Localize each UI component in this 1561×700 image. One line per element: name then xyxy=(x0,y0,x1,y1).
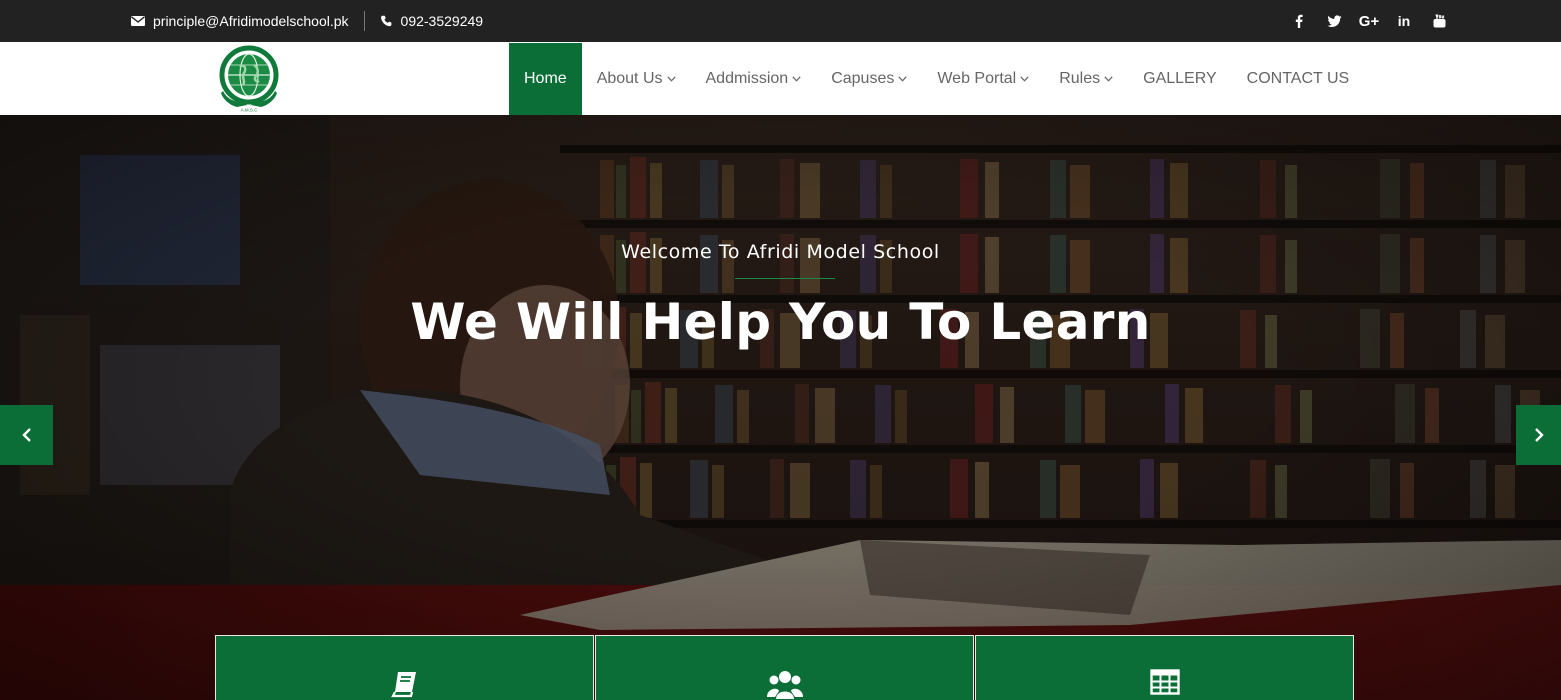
top-bar: principle@Afridimodelschool.pk 092-35292… xyxy=(0,0,1561,42)
svg-text:A.M.S.C: A.M.S.C xyxy=(241,108,259,113)
nav-item-label: Rules xyxy=(1059,70,1101,87)
nav-item-label: About Us xyxy=(596,70,663,87)
linkedin-icon[interactable]: in xyxy=(1393,10,1415,32)
linkedin-glyph: in xyxy=(1397,13,1411,29)
nav-item-label: Capuses xyxy=(831,70,895,87)
hero-welcome-text: Welcome To Afridi Model School xyxy=(621,241,940,263)
nav-item-campuses[interactable]: Capuses xyxy=(816,43,922,115)
main-menu: Home About Us Addmission Capuses Web Por… xyxy=(509,43,1364,115)
nav-item-gallery[interactable]: GALLERY xyxy=(1128,43,1232,115)
twitter-icon[interactable] xyxy=(1323,10,1345,32)
nav-item-rules[interactable]: Rules xyxy=(1044,43,1128,115)
google-plus-glyph: G+ xyxy=(1358,12,1380,30)
envelope-icon xyxy=(131,16,145,26)
book-icon xyxy=(390,672,416,698)
feature-box-users[interactable] xyxy=(595,635,974,700)
feature-box-timetable[interactable] xyxy=(975,635,1354,700)
social-links: G+ in xyxy=(1288,0,1463,42)
school-crest-logo[interactable]: A.M.S.C xyxy=(213,45,285,113)
phone-icon xyxy=(380,15,391,27)
chevron-right-icon xyxy=(1534,428,1544,442)
chevron-down-icon xyxy=(898,76,907,82)
contact-info: principle@Afridimodelschool.pk 092-35292… xyxy=(130,0,483,42)
nav-item-label: CONTACT US xyxy=(1246,70,1350,87)
nav-item-label: Addmission xyxy=(705,70,789,87)
nav-item-home[interactable]: Home xyxy=(509,43,582,115)
chevron-left-icon xyxy=(21,428,31,442)
hero-headline: We Will Help You To Learn xyxy=(410,293,1151,351)
main-navbar: A.M.S.C Home About Us Addmission Capuses… xyxy=(0,42,1561,115)
nav-item-label: GALLERY xyxy=(1143,70,1217,87)
nav-item-web-portal[interactable]: Web Portal xyxy=(922,43,1044,115)
slider-next-button[interactable] xyxy=(1516,405,1561,465)
hero-welcome-underline xyxy=(735,278,835,279)
chevron-down-icon xyxy=(792,76,801,82)
google-plus-icon[interactable]: G+ xyxy=(1358,10,1380,32)
nav-item-label: Web Portal xyxy=(937,70,1017,87)
users-icon xyxy=(766,671,803,699)
contact-divider xyxy=(363,11,365,31)
feature-box-books[interactable] xyxy=(215,635,594,700)
hero-background-image xyxy=(0,115,1561,700)
youtube-icon[interactable] xyxy=(1428,10,1450,32)
email-text: principle@Afridimodelschool.pk xyxy=(153,13,349,29)
chevron-down-icon xyxy=(1020,76,1029,82)
hero-slider: Welcome To Afridi Model School We Will H… xyxy=(0,115,1561,700)
nav-item-contact-us[interactable]: CONTACT US xyxy=(1232,43,1365,115)
chevron-down-icon xyxy=(1104,76,1113,82)
table-icon xyxy=(1149,669,1180,695)
phone-contact[interactable]: 092-3529249 xyxy=(380,13,484,29)
chevron-down-icon xyxy=(666,76,676,82)
phone-text: 092-3529249 xyxy=(400,13,484,29)
facebook-icon[interactable] xyxy=(1288,10,1310,32)
nav-item-about-us[interactable]: About Us xyxy=(582,43,691,115)
email-contact[interactable]: principle@Afridimodelschool.pk xyxy=(130,13,349,29)
slider-prev-button[interactable] xyxy=(0,405,53,465)
nav-item-label: Home xyxy=(524,70,567,87)
nav-item-admission[interactable]: Addmission xyxy=(691,43,817,115)
feature-boxes xyxy=(215,635,1355,700)
